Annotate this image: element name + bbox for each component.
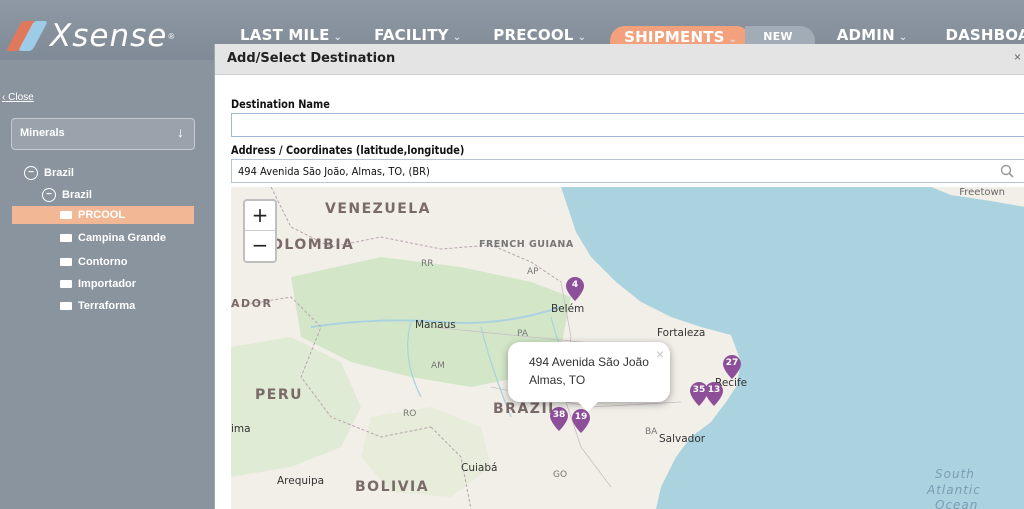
marker-count: 38 [552,410,566,420]
chevron-down-icon: ⌄ [333,32,343,43]
dialog-title: Add/Select Destination [227,51,396,66]
tree-leaf[interactable]: Campina Grande [60,232,166,244]
arrow-down-icon: ↓ [177,124,184,140]
marker-count: 27 [725,358,739,368]
brand-name: Xsense [50,18,168,54]
chevron-down-icon: ⌄ [577,32,587,43]
tree-leaf[interactable]: Terraforma [60,300,135,312]
map-marker-cluster[interactable]: 19 [572,409,590,433]
destination-map[interactable]: Freetown VENEZUELA OLOMBIA FRENCH GUIANA… [231,187,1024,509]
nav-admin-label: ADMIN [836,26,895,44]
map-label-atlantic: Atlantic [927,483,981,497]
chevron-left-icon: ‹ [2,92,6,103]
close-icon[interactable]: × [656,346,664,362]
folder-icon [60,258,72,266]
map-marker-cluster[interactable]: 13 [705,382,723,406]
map-label-manaus: Manaus [415,319,456,331]
chevron-down-icon: ⌄ [898,32,908,43]
account-selector[interactable]: Minerals ↓ [11,118,195,150]
address-input[interactable]: 494 Avenida São João, Almas, TO, (BR) [231,159,1024,183]
nav-facility-label: FACILITY [374,26,449,44]
marker-count: 13 [707,385,721,395]
map-label-pa: PA [517,329,529,339]
popup-city-line: Almas, TO [529,373,586,387]
map-label-go: GO [553,470,568,480]
popup-address-line: 494 Avenida São João [529,355,649,369]
map-label-french-guiana: FRENCH GUIANA [479,239,574,250]
collapse-icon[interactable]: − [42,188,56,202]
zoom-out-button[interactable]: − [245,230,275,260]
map-label-ocean: Ocean [935,498,979,509]
folder-icon [60,280,72,288]
marker-count: 19 [574,412,588,422]
map-label-freetown: Freetown [959,187,1005,198]
map-label-am: AM [431,361,445,371]
map-label-ap: AP [527,267,539,277]
dialog-title-bar[interactable]: Add/Select Destination × [215,44,1024,75]
tree-leaf-label: Terraforma [78,300,136,312]
tree-subgroup-node[interactable]: − Brazil [42,188,92,202]
sidebar: ‹ Close Minerals ↓ − Brazil − Brazil PRC… [0,80,214,509]
tree-leaf[interactable]: Importador [60,278,136,290]
map-label-bolivia: BOLIVIA [355,479,430,495]
address-value: 494 Avenida São João, Almas, TO, (BR) [238,165,430,178]
map-label-arequipa: Arequipa [277,475,325,487]
nav-precool-label: PRECOOL [493,26,574,44]
sidebar-close-label: Close [8,92,34,103]
chevron-down-icon: ⌄ [452,32,462,43]
map-label-rr: RR [421,259,434,269]
tree-leaf-selected[interactable]: PRCOOL [12,206,194,224]
map-marker-cluster[interactable]: 4 [566,277,584,301]
tree-group-label: Brazil [44,167,74,179]
logo-mark-icon [6,21,48,51]
close-icon[interactable]: × [1014,50,1021,64]
map-label-ba: BA [645,427,658,437]
map-marker-cluster[interactable]: 27 [723,355,741,379]
tree-group-node[interactable]: − Brazil [24,166,74,180]
folder-icon [60,211,72,219]
map-label-lima: ima [231,423,251,435]
folder-icon [60,302,72,310]
map-label-south: South [935,467,975,481]
registered-mark: ® [168,31,175,41]
account-selector-value: Minerals [20,127,65,139]
search-icon[interactable] [1000,164,1014,178]
zoom-in-button[interactable]: + [245,201,275,230]
marker-count: 4 [571,280,579,290]
add-destination-dialog: Add/Select Destination × Destination Nam… [214,44,1024,509]
map-label-ro: RO [403,409,417,419]
map-label-brazil: BRAZIL [493,401,559,417]
map-label-belem: Belém [551,303,585,315]
map-label-salvador: Salvador [659,433,706,445]
collapse-icon[interactable]: − [24,166,38,180]
nav-dashboard-label: DASHBOARD [945,26,1024,44]
map-label-colombia: OLOMBIA [271,237,355,253]
map-label-peru: PERU [255,387,303,403]
sidebar-close-link[interactable]: ‹ Close [2,92,34,103]
tree-leaf[interactable]: Contorno [60,256,127,268]
tree-leaf-label: Contorno [78,256,128,268]
map-label-cuiaba: Cuiabá [461,462,498,474]
tree-subgroup-label: Brazil [62,189,92,201]
nav-new-label: NEW [763,30,793,43]
map-zoom-control: + − [243,199,277,263]
folder-icon [60,234,72,242]
address-label: Address / Coordinates (latitude,longitud… [231,143,465,157]
map-label-fortaleza: Fortaleza [657,327,706,339]
tree-leaf-label: Campina Grande [78,232,167,244]
tree-leaf-label: Importador [78,278,137,290]
destination-name-label: Destination Name [231,97,330,111]
tree-leaf-label: PRCOOL [78,209,126,221]
destination-name-input[interactable] [231,113,1024,137]
map-popup: × 494 Avenida São João Almas, TO [508,342,670,412]
brand-logo[interactable]: Xsense ® [6,18,175,54]
map-marker-cluster[interactable]: 38 [550,407,568,431]
map-label-venezuela: VENEZUELA [325,201,432,217]
nav-last-mile-label: LAST MILE [240,26,330,44]
map-label-ecuador: ADOR [231,297,273,310]
